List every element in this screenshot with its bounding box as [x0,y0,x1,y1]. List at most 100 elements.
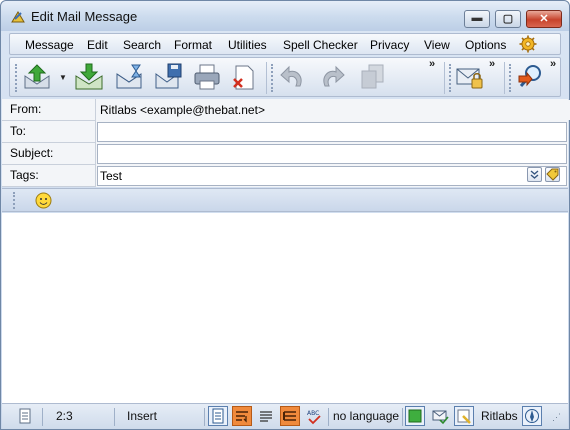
to-field[interactable] [97,122,567,142]
undo-button[interactable] [278,62,308,92]
word-wrap-button[interactable] [232,406,252,426]
title-bar[interactable]: Edit Mail Message ▬ ▢ ✕ [1,1,569,31]
cursor-position: 2:3 [56,409,73,423]
menu-privacy[interactable]: Privacy [370,38,409,52]
spell-check-icon: ABC [307,410,321,425]
toolbar-separator [504,62,505,94]
toolbar-separator [266,62,267,94]
discard-button[interactable] [228,62,258,92]
receipt-request-button[interactable] [430,406,450,426]
maximize-icon: ▢ [502,13,514,25]
quote-format-icon [283,411,296,421]
send-dropdown-arrow-icon[interactable]: ▼ [59,73,67,82]
maximize-button[interactable]: ▢ [495,10,521,28]
from-label: From: [2,99,96,121]
compass-icon [525,409,539,423]
mail-check-icon [432,410,449,425]
toolbar-grip[interactable] [509,64,512,92]
print-icon [194,64,220,90]
the-bat-app-icon [10,9,26,25]
justify-icon [260,411,272,422]
menu-spell-checker[interactable]: Spell Checker [283,38,358,52]
green-square-icon [408,409,422,423]
status-divider [402,408,403,426]
save-draft-icon [155,63,182,89]
certificate-icon [457,409,471,424]
menu-format[interactable]: Format [174,38,212,52]
save-draft-button[interactable] [153,62,183,92]
formatting-grip[interactable] [13,192,16,209]
message-body-editor[interactable] [2,213,568,403]
menu-view[interactable]: View [424,38,450,52]
print-button[interactable] [192,62,222,92]
close-button[interactable]: ✕ [526,10,562,28]
plain-text-mode-button[interactable] [208,406,228,426]
tag-icon [546,168,559,181]
status-divider [204,408,205,426]
word-wrap-icon [236,411,248,423]
document-icon[interactable] [15,406,35,426]
toolbar-grip[interactable] [15,64,18,92]
tags-field[interactable]: Test [97,166,567,186]
minimize-icon: ▬ [471,12,483,24]
discard-icon [233,65,254,90]
account-status-button[interactable] [522,406,542,426]
menu-utilities[interactable]: Utilities [228,38,267,52]
toolbar-more-icon[interactable]: » [489,58,495,70]
menu-options[interactable]: Options [465,38,506,52]
toolbar-grip[interactable] [271,64,274,92]
close-icon: ✕ [539,13,549,25]
gear-icon[interactable] [519,35,537,53]
tag-picker-button[interactable] [545,167,560,182]
menu-message[interactable]: Message [25,38,74,52]
from-row: From: Ritlabs <example@thebat.net> [2,99,570,121]
toolbar-more-icon[interactable]: » [550,58,556,70]
minimize-button[interactable]: ▬ [464,10,490,28]
toolbar-more-icon[interactable]: » [429,58,435,70]
toolbar-grip[interactable] [449,64,452,92]
main-toolbar: ▼ » » » [9,57,561,97]
tags-row: Tags: Test [2,165,568,187]
find-icon [518,65,541,87]
formatting-bar [2,188,568,212]
green-square-button[interactable] [405,406,425,426]
spell-check-button[interactable]: ABC [304,406,324,426]
smiley-icon[interactable] [35,192,52,209]
tags-label: Tags: [2,165,96,187]
window-title: Edit Mail Message [31,9,138,24]
language-indicator[interactable]: no language [333,409,399,423]
copy-button[interactable] [357,62,387,92]
postpone-button[interactable] [114,62,144,92]
status-bar: 2:3 Insert ABC no language Ritlabs ⋰ [2,403,568,429]
encrypt-icon [456,68,483,89]
justify-button[interactable] [256,406,276,426]
menu-search[interactable]: Search [123,38,161,52]
send-queue-icon [24,64,50,89]
status-divider [114,408,115,426]
postpone-icon [116,64,142,89]
menu-edit[interactable]: Edit [87,38,108,52]
account-name: Ritlabs [481,409,518,423]
redo-button[interactable] [317,62,347,92]
find-button[interactable] [515,62,545,92]
from-field[interactable]: Ritlabs <example@thebat.net> [97,100,570,120]
message-header-fields: From: Ritlabs <example@thebat.net> To: S… [2,99,570,187]
status-divider [42,408,43,426]
resize-grip-icon[interactable]: ⋰ [552,412,561,423]
insert-mode[interactable]: Insert [127,409,157,423]
send-now-icon [75,63,103,90]
to-row: To: [2,121,568,143]
to-label: To: [2,121,96,143]
edit-mail-window: Edit Mail Message ▬ ▢ ✕ Message Edit Sea… [0,0,570,430]
quote-format-button[interactable] [280,406,300,426]
undo-icon [280,65,302,87]
send-now-button[interactable] [74,62,104,92]
sign-message-button[interactable] [454,406,474,426]
send-queue-button[interactable] [22,62,52,92]
encrypt-button[interactable] [455,62,485,92]
plain-text-icon [212,408,224,424]
redo-icon [323,65,345,87]
subject-field[interactable] [97,144,567,164]
tags-expand-button[interactable] [527,167,542,182]
double-chevron-down-icon [530,170,539,179]
